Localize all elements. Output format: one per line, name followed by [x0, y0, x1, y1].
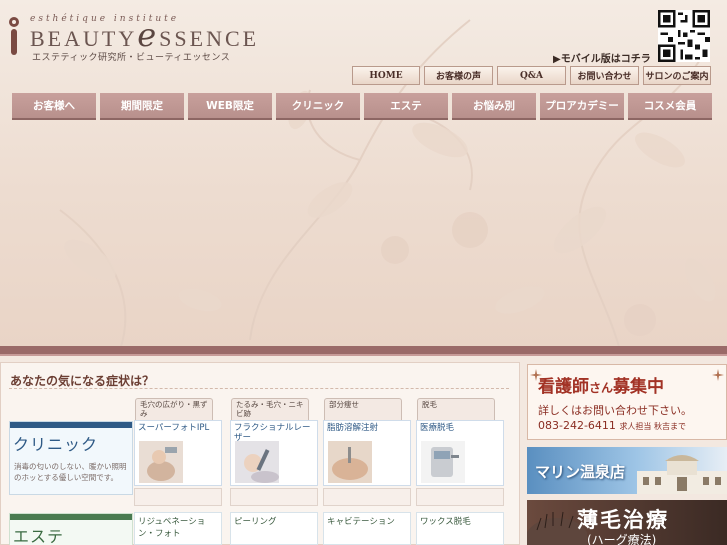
subnav-salon-info[interactable]: サロンのご案内 — [643, 66, 711, 85]
nav-web-limited[interactable]: WEB限定 — [188, 93, 272, 120]
service-photo — [235, 441, 279, 483]
nav-pro-academy[interactable]: プロアカデミー — [540, 93, 624, 120]
service-card[interactable]: フラクショナルレーザー — [230, 420, 318, 486]
service-photo — [139, 441, 183, 483]
service-name: 脂肪溶解注射 — [327, 423, 379, 433]
service-card[interactable]: 医療脱毛 — [416, 420, 504, 486]
category-title: クリニック — [13, 435, 99, 454]
hair-treatment-banner[interactable]: 薄毛治療 (ハーグ療法) — [527, 500, 727, 545]
marine-onsen-banner[interactable]: マリン温泉店 — [527, 447, 727, 494]
nurse-recruit-inquiry: 詳しくはお問い合わせ下さい。 — [538, 404, 692, 417]
service-card[interactable]: リジュベネーション・フォト — [134, 512, 222, 545]
mobile-site-link[interactable]: ▶モバイル版はコチラ — [553, 50, 651, 65]
hair-treatment-title: 薄毛治療 — [577, 508, 669, 532]
brand-subtitle: エステティック研究所・ビューティエッセンス — [32, 53, 231, 63]
hero-header: esthétique institute BEAUTYeSSENCE エステティ… — [0, 0, 727, 350]
service-name: ワックス脱毛 — [420, 517, 471, 527]
brand-name: BEAUTYeSSENCE — [30, 16, 260, 54]
tab-sagging[interactable]: たるみ・毛穴・ニキビ跡 — [231, 398, 309, 420]
nav-limited-time[interactable]: 期間限定 — [100, 93, 184, 120]
service-card-footer — [230, 488, 318, 506]
nurse-recruit-phone: 083-242-6411 求人担当 秋吉まで — [538, 419, 686, 432]
tab-pores[interactable]: 毛穴の広がり・黒ずみ — [135, 398, 213, 420]
service-card[interactable]: キャビテーション — [323, 512, 411, 545]
nav-by-concern[interactable]: お悩み別 — [452, 93, 536, 120]
hero-divider-line — [0, 354, 727, 356]
category-esthe[interactable]: エステ — [9, 513, 133, 545]
service-card[interactable]: スーパーフォトIPL — [134, 420, 222, 486]
subnav-home[interactable]: HOME — [352, 66, 420, 85]
brand-logo[interactable]: esthétique institute BEAUTYeSSENCE エステティ… — [6, 6, 306, 63]
symptom-heading: あなたの気になる症状は？ — [10, 374, 155, 388]
building-photo — [637, 455, 727, 494]
nurse-recruit-title: 看護師さん募集中 — [538, 377, 665, 397]
service-name: ピーリング — [234, 517, 277, 527]
service-name: スーパーフォトIPL — [138, 423, 210, 433]
service-name: リジュベネーション・フォト — [138, 517, 206, 539]
subnav-faq[interactable]: Q&A — [497, 66, 566, 85]
subnav-contact[interactable]: お問い合わせ — [570, 66, 639, 85]
sub-navigation: HOME お客様の声 Q&A お問い合わせ サロンのご案内 — [352, 66, 711, 85]
service-name: キャビテーション — [327, 517, 395, 527]
tab-slimming[interactable]: 部分痩せ — [324, 398, 402, 420]
category-description: 消毒の匂いのしない、暖かい照明のホッとする優しい空間です。 — [14, 462, 127, 482]
service-card-footer — [323, 488, 411, 506]
ornament-icon — [712, 369, 724, 381]
tab-hair-removal[interactable]: 脱毛 — [417, 398, 495, 420]
category-title: エステ — [13, 527, 65, 545]
main-navigation: お客様へ 期間限定 WEB限定 クリニック エステ お悩み別 プロアカデミー コ… — [12, 93, 712, 120]
nurse-recruit-banner[interactable]: 看護師さん募集中 詳しくはお問い合わせ下さい。 083-242-6411 求人担… — [527, 364, 727, 440]
hair-treatment-subtitle: (ハーグ療法) — [587, 533, 657, 545]
nav-esthe[interactable]: エステ — [364, 93, 448, 120]
service-photo — [328, 441, 372, 483]
service-card[interactable]: ピーリング — [230, 512, 318, 545]
qr-code-icon — [658, 10, 710, 62]
logo-emblem-icon — [9, 17, 19, 55]
service-card-footer — [134, 488, 222, 506]
service-card[interactable]: 脂肪溶解注射 — [323, 420, 411, 486]
nav-cosme-member[interactable]: コスメ会員 — [628, 93, 712, 120]
service-name: 医療脱毛 — [420, 423, 455, 433]
service-card[interactable]: ワックス脱毛 — [416, 512, 504, 545]
hero-divider — [0, 346, 727, 354]
service-card-footer — [416, 488, 504, 506]
category-clinic[interactable]: クリニック 消毒の匂いのしない、暖かい照明のホッとする優しい空間です。 — [9, 421, 133, 495]
nav-clinic[interactable]: クリニック — [276, 93, 360, 120]
nav-customers[interactable]: お客様へ — [12, 93, 96, 120]
marine-onsen-label: マリン温泉店 — [535, 463, 626, 481]
subnav-testimonials[interactable]: お客様の声 — [424, 66, 493, 85]
divider — [9, 388, 509, 389]
service-photo — [421, 441, 465, 483]
